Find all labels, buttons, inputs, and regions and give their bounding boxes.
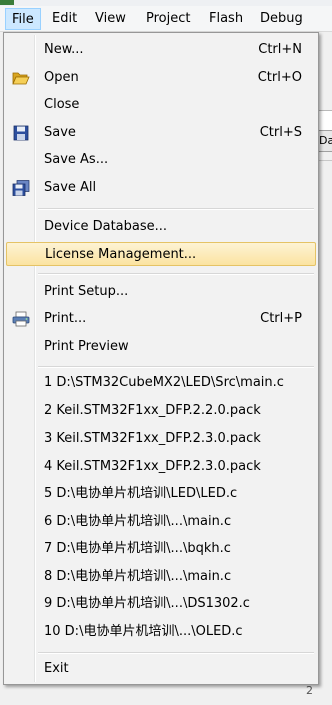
menu-item-open[interactable]: Open Ctrl+O <box>6 66 316 90</box>
menu-separator <box>38 366 314 368</box>
recent-file-7[interactable]: 7 D:\电协单片机培训\...\bqkh.c <box>6 537 316 561</box>
menu-item-label: 6 D:\电协单片机培训\...\main.c <box>44 514 232 529</box>
recent-file-6[interactable]: 6 D:\电协单片机培训\...\main.c <box>6 510 316 534</box>
menu-separator <box>38 208 314 210</box>
menu-item-new[interactable]: New... Ctrl+N <box>6 38 316 62</box>
menu-item-print-preview[interactable]: Print Preview <box>6 335 316 359</box>
menu-edit[interactable]: Edit <box>46 8 83 30</box>
menu-item-label: Device Database... <box>44 219 168 234</box>
menu-item-label: Print Preview <box>44 339 129 354</box>
menu-item-label: 9 D:\电协单片机培训\...\DS1302.c <box>44 596 250 611</box>
title-bar-strip <box>0 0 332 6</box>
menu-item-print[interactable]: Print... Ctrl+P <box>6 307 316 331</box>
printer-icon <box>12 311 30 327</box>
menu-item-label: Open <box>44 70 79 85</box>
menu-item-label: Save All <box>44 180 97 195</box>
status-number: 2 <box>306 684 313 697</box>
menu-item-label: Print... <box>44 311 87 326</box>
menu-bar: File Edit View Project Flash Debug <box>0 0 332 32</box>
menu-item-label: New... <box>44 42 84 57</box>
right-panel-tab[interactable]: Da <box>318 130 332 152</box>
menu-item-label: Print Setup... <box>44 284 129 299</box>
menu-item-label: 3 Keil.STM32F1xx_DFP.2.3.0.pack <box>44 431 261 446</box>
menu-item-label: 2 Keil.STM32F1xx_DFP.2.2.0.pack <box>44 403 261 418</box>
menu-item-label: Save As... <box>44 152 109 167</box>
menu-item-label: License Management... <box>45 247 197 262</box>
recent-file-1[interactable]: 1 D:\STM32CubeMX2\LED\Src\main.c <box>6 371 316 395</box>
menu-item-exit[interactable]: Exit <box>6 657 316 681</box>
menu-item-print-setup[interactable]: Print Setup... <box>6 280 316 304</box>
recent-file-10[interactable]: 10 D:\电协单片机培训\...\OLED.c <box>6 620 316 644</box>
menu-item-shortcut: Ctrl+O <box>257 70 302 85</box>
menu-item-close[interactable]: Close <box>6 93 316 117</box>
menu-item-label: 8 D:\电协单片机培训\...\main.c <box>44 569 232 584</box>
menu-item-label: 4 Keil.STM32F1xx_DFP.2.3.0.pack <box>44 459 261 474</box>
recent-file-4[interactable]: 4 Keil.STM32F1xx_DFP.2.3.0.pack <box>6 455 316 479</box>
folder-open-icon <box>12 70 30 86</box>
recent-file-5[interactable]: 5 D:\电协单片机培训\LED\LED.c <box>6 482 316 506</box>
menu-item-save-as[interactable]: Save As... <box>6 148 316 172</box>
menu-item-label: 7 D:\电协单片机培训\...\bqkh.c <box>44 541 231 556</box>
menu-item-device-database[interactable]: Device Database... <box>6 215 316 239</box>
recent-file-9[interactable]: 9 D:\电协单片机培训\...\DS1302.c <box>6 592 316 616</box>
menu-item-shortcut: Ctrl+S <box>259 125 302 140</box>
menu-item-label: 5 D:\电协单片机培训\LED\LED.c <box>44 486 238 501</box>
floppy-disk-icon <box>12 125 30 141</box>
menu-view[interactable]: View <box>89 8 132 30</box>
save-all-icon <box>12 180 30 196</box>
recent-file-8[interactable]: 8 D:\电协单片机培训\...\main.c <box>6 565 316 589</box>
menu-item-save-all[interactable]: Save All <box>6 176 316 200</box>
recent-file-2[interactable]: 2 Keil.STM32F1xx_DFP.2.2.0.pack <box>6 399 316 423</box>
menu-project[interactable]: Project <box>140 8 196 30</box>
recent-file-3[interactable]: 3 Keil.STM32F1xx_DFP.2.3.0.pack <box>6 427 316 451</box>
app-icon <box>0 0 14 5</box>
menu-file[interactable]: File <box>5 8 41 30</box>
menu-item-shortcut: Ctrl+P <box>260 311 302 326</box>
menu-item-label: 1 D:\STM32CubeMX2\LED\Src\main.c <box>44 375 284 390</box>
file-menu-dropdown: New... Ctrl+N Open Ctrl+O Close Save Ctr… <box>3 32 319 685</box>
menu-item-label: Exit <box>44 661 69 676</box>
menu-separator <box>38 273 314 275</box>
menu-debug[interactable]: Debug <box>254 8 309 30</box>
menu-item-license-management[interactable]: License Management... <box>6 242 316 266</box>
menu-flash[interactable]: Flash <box>203 8 249 30</box>
panel-divider <box>318 160 332 161</box>
menu-item-label: Save <box>44 125 76 140</box>
menu-item-label: 10 D:\电协单片机培训\...\OLED.c <box>44 624 243 639</box>
menu-item-label: Close <box>44 97 80 112</box>
menu-item-save[interactable]: Save Ctrl+S <box>6 121 316 145</box>
menu-item-shortcut: Ctrl+N <box>258 42 302 57</box>
menu-separator <box>38 652 314 654</box>
